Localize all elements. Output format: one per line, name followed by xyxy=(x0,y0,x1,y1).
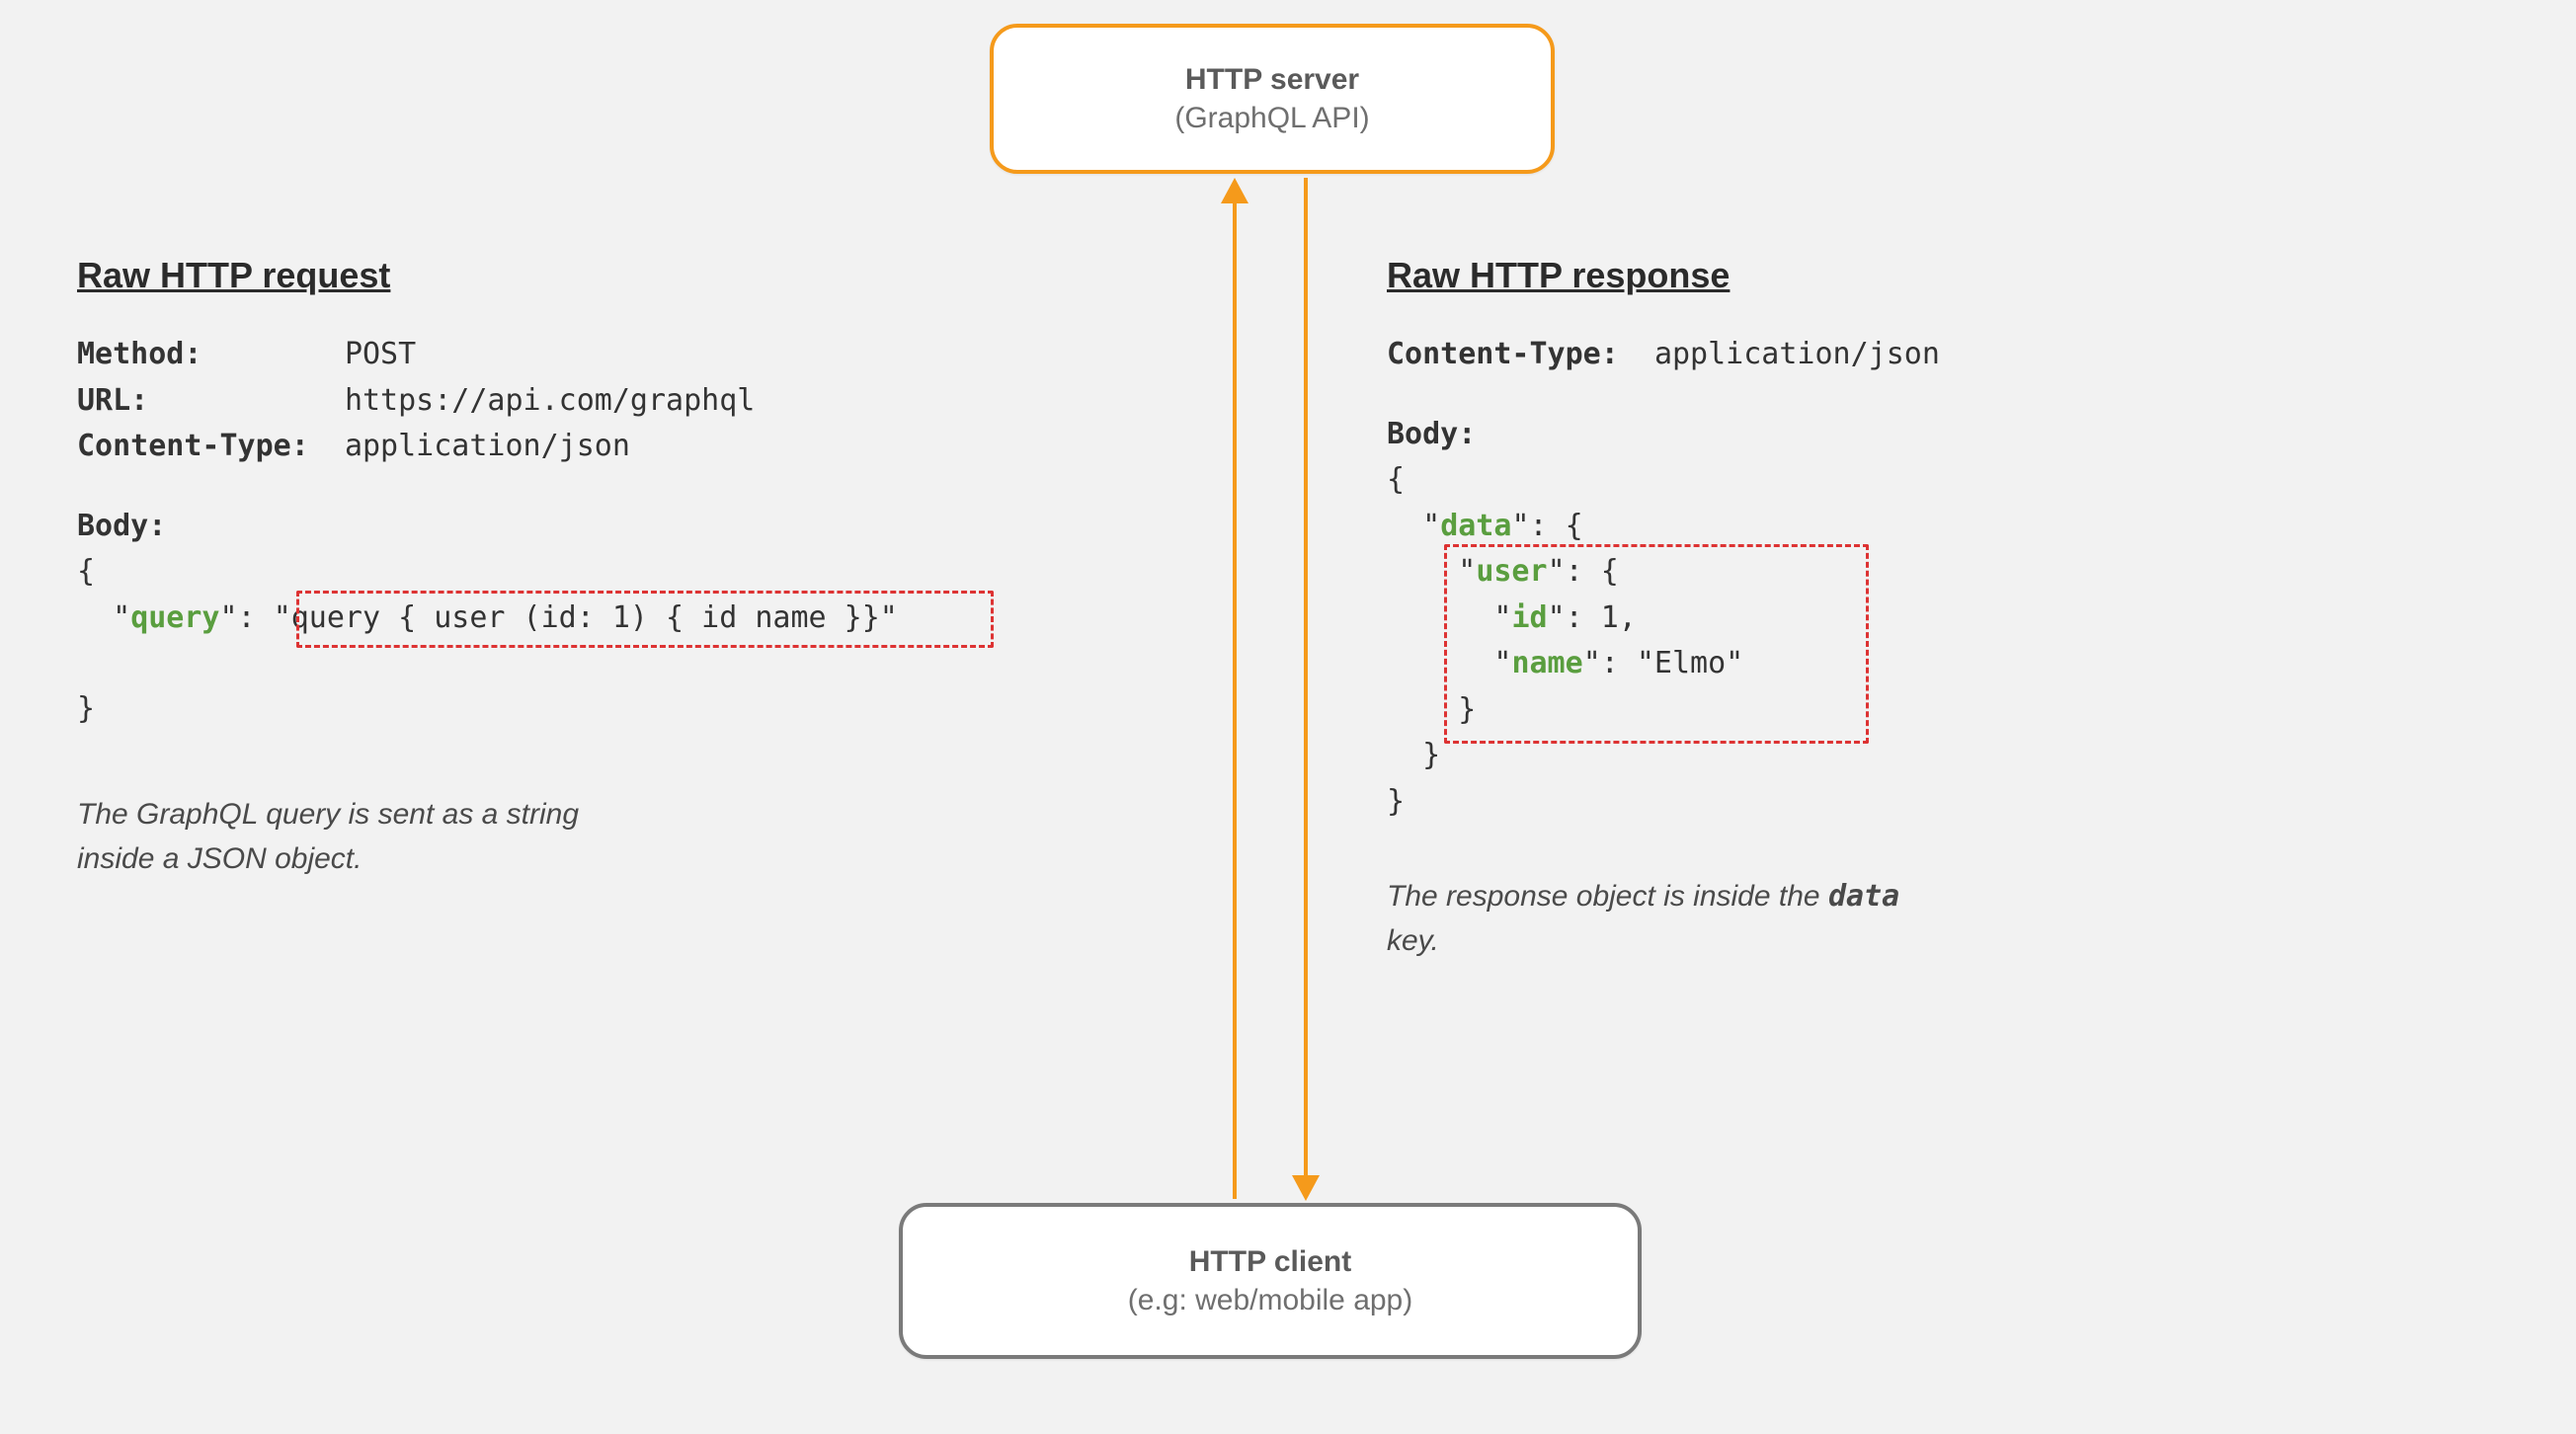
request-url-value: https://api.com/graphql xyxy=(345,383,755,418)
resp-l2: "data": { xyxy=(1387,504,2375,550)
request-caption-line2: inside a JSON object. xyxy=(77,842,362,875)
server-title: HTTP server xyxy=(1185,60,1359,99)
response-arrowhead-icon xyxy=(1292,1175,1320,1201)
resp-l3: "user": { xyxy=(1387,549,2375,596)
resp-key-data: data xyxy=(1440,509,1511,543)
client-title: HTTP client xyxy=(1189,1242,1351,1281)
response-caption-post: key. xyxy=(1387,924,1439,957)
request-arrowhead-icon xyxy=(1221,178,1248,203)
diagram-canvas: HTTP server (GraphQL API) HTTP client (e… xyxy=(0,0,2576,1434)
request-body-open: { xyxy=(77,549,1144,596)
client-subtitle: (e.g: web/mobile app) xyxy=(1128,1281,1413,1319)
request-heading: Raw HTTP request xyxy=(77,255,1144,296)
response-body-block: Body: { "data": { "user": { "id": 1, "na… xyxy=(1387,412,2375,826)
request-body-block: Body: { "query": "query { user (id: 1) {… xyxy=(77,504,1144,733)
q-close: ": xyxy=(220,600,274,635)
resp-l7: } xyxy=(1387,733,2375,779)
resp-l8: } xyxy=(1387,779,2375,826)
resp-l4: "id": 1, xyxy=(1387,596,2375,642)
q-open: " xyxy=(113,600,130,635)
response-body-label: Body: xyxy=(1387,412,2375,458)
request-caption-line1: The GraphQL query is sent as a string xyxy=(77,798,579,831)
client-node: HTTP client (e.g: web/mobile app) xyxy=(899,1203,1642,1359)
request-body-line: "query": "query { user (id: 1) { id name… xyxy=(77,596,1144,642)
resp-l6: } xyxy=(1387,687,2375,734)
response-caption-emph: data xyxy=(1828,879,1899,914)
response-headers: Content-Type: application/json xyxy=(1387,332,2375,378)
request-body-label: Body: xyxy=(77,504,1144,550)
response-section: Raw HTTP response Content-Type: applicat… xyxy=(1387,255,2375,963)
server-subtitle: (GraphQL API) xyxy=(1174,99,1369,137)
response-caption: The response object is inside the data k… xyxy=(1387,874,2375,963)
server-node: HTTP server (GraphQL API) xyxy=(990,24,1555,174)
resp-key-user: user xyxy=(1476,554,1547,589)
response-arrow-line xyxy=(1304,178,1308,1177)
request-method-value: POST xyxy=(345,337,416,371)
response-heading: Raw HTTP response xyxy=(1387,255,2375,296)
request-body-close: } xyxy=(77,686,1144,733)
request-caption: The GraphQL query is sent as a string in… xyxy=(77,792,1144,881)
response-content-type-value: application/json xyxy=(1654,337,1940,371)
request-content-type-value: application/json xyxy=(345,429,630,463)
resp-key-id: id xyxy=(1511,600,1547,635)
response-content-type-label: Content-Type: xyxy=(1387,337,1619,371)
request-headers: Method: POST URL: https://api.com/graphq… xyxy=(77,332,1144,470)
request-content-type-label: Content-Type: xyxy=(77,429,309,463)
response-caption-pre: The response object is inside the xyxy=(1387,880,1828,913)
request-query-key: query xyxy=(130,600,219,635)
resp-l5: "name": "Elmo" xyxy=(1387,641,2375,687)
request-method-label: Method: xyxy=(77,337,201,371)
resp-l1: { xyxy=(1387,457,2375,504)
request-arrow-line xyxy=(1233,201,1237,1199)
request-url-label: URL: xyxy=(77,383,148,418)
resp-key-name: name xyxy=(1511,646,1582,680)
request-query-value: "query { user (id: 1) { id name }}" xyxy=(274,600,898,635)
request-section: Raw HTTP request Method: POST URL: https… xyxy=(77,255,1144,881)
